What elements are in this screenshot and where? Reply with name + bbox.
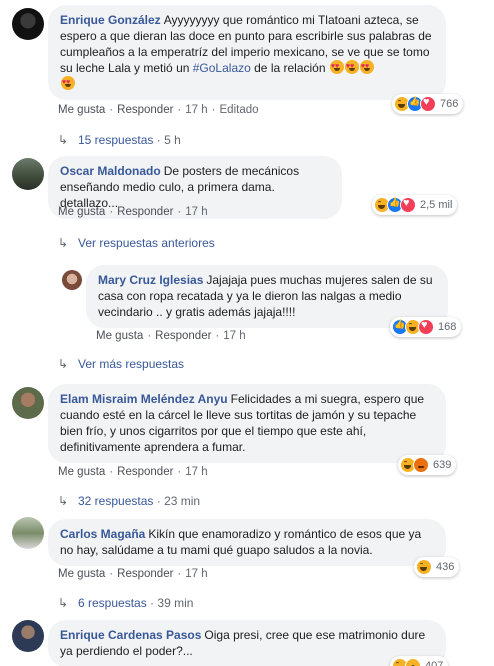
reactions-summary[interactable]: 407: [390, 656, 449, 666]
commenter-name[interactable]: Mary Cruz Iglesias: [98, 273, 203, 287]
comment-time[interactable]: 17 h: [185, 206, 207, 218]
view-replies-link[interactable]: ↳ 32 respuestas · 23 min: [58, 494, 200, 508]
comment-actions: Me gusta · Responder · 17 h · Editado: [58, 104, 259, 116]
reply-arrow-icon: ↳: [58, 357, 69, 371]
heart-eyes-emoji-icon: [61, 75, 75, 91]
avatar[interactable]: [62, 270, 82, 290]
reply-button[interactable]: Responder: [155, 330, 211, 342]
reaction-count: 436: [436, 561, 455, 573]
reply-button[interactable]: Responder: [117, 466, 173, 478]
love-reaction-icon: [420, 96, 436, 112]
comment-time[interactable]: 17 h: [185, 466, 207, 478]
avatar[interactable]: [12, 8, 44, 40]
heart-eyes-emoji-icon: [344, 59, 359, 75]
view-replies-link[interactable]: ↳ 6 respuestas · 39 min: [58, 596, 193, 610]
comment-actions: Me gusta · Responder · 17 h: [58, 466, 208, 478]
reaction-count: 2,5 mil: [420, 199, 453, 211]
reactions-summary[interactable]: 639: [398, 455, 457, 475]
replies-time: 5 h: [164, 133, 181, 147]
reply-arrow-icon: ↳: [58, 236, 69, 250]
like-button[interactable]: Me gusta: [58, 104, 105, 116]
like-button[interactable]: Me gusta: [58, 466, 105, 478]
reply-time[interactable]: 17 h: [223, 330, 245, 342]
replies-time: 23 min: [164, 494, 201, 508]
reply-actions: Me gusta · Responder · 17 h: [96, 330, 246, 342]
hashtag-link[interactable]: #GoLalazo: [193, 61, 251, 75]
view-more-replies-link[interactable]: ↳ Ver más respuestas: [58, 357, 184, 371]
reactions-summary[interactable]: 766: [392, 94, 464, 114]
edited-label: Editado: [219, 104, 259, 116]
commenter-name[interactable]: Enrique González: [60, 13, 161, 27]
reaction-count: 407: [425, 660, 444, 666]
comment-bubble: Elam Misraim Meléndez Anyu Felicidades a …: [48, 384, 446, 463]
comment-bubble: Enrique González Ayyyyyyyy que romántico …: [48, 5, 446, 100]
love-reaction-icon: [418, 319, 434, 335]
reply-arrow-icon: ↳: [58, 494, 69, 508]
reply-button[interactable]: Responder: [117, 104, 173, 116]
view-previous-replies-link[interactable]: ↳ Ver respuestas anteriores: [58, 236, 215, 250]
commenter-name[interactable]: Oscar Maldonado: [60, 164, 161, 178]
comment-time[interactable]: 17 h: [185, 568, 207, 580]
more-replies-label: Ver más respuestas: [78, 357, 185, 371]
commenter-name[interactable]: Elam Misraim Meléndez Anyu: [60, 392, 228, 406]
like-button[interactable]: Me gusta: [96, 330, 143, 342]
reaction-count: 766: [440, 98, 459, 110]
reply-arrow-icon: ↳: [58, 596, 69, 610]
comment-text-end: de la relación: [250, 61, 326, 75]
replies-count: 32 respuestas: [78, 494, 154, 508]
view-replies-link[interactable]: ↳ 15 respuestas · 5 h: [58, 133, 181, 147]
reactions-summary[interactable]: 2,5 mil: [372, 195, 458, 215]
comment-time[interactable]: 17 h: [185, 104, 207, 116]
avatar[interactable]: [12, 387, 44, 419]
commenter-name[interactable]: Enrique Cardenas Pasos: [60, 628, 201, 642]
reply-button[interactable]: Responder: [117, 206, 173, 218]
haha-reaction-icon: [416, 559, 432, 575]
heart-eyes-emoji-icon: [329, 59, 344, 75]
reply-arrow-icon: ↳: [58, 133, 69, 147]
avatar[interactable]: [12, 620, 44, 652]
previous-replies-label: Ver respuestas anteriores: [78, 236, 215, 250]
wow-reaction-icon: [405, 658, 421, 666]
like-button[interactable]: Me gusta: [58, 206, 105, 218]
replies-count: 15 respuestas: [78, 133, 154, 147]
love-reaction-icon: [400, 197, 416, 213]
replies-count: 6 respuestas: [78, 596, 147, 610]
comment-bubble: Carlos Magaña Kikín que enamoradizo y rom…: [48, 519, 446, 566]
comment-actions: Me gusta · Responder · 17 h: [58, 206, 208, 218]
reactions-summary[interactable]: 436: [414, 557, 460, 577]
reply-button[interactable]: Responder: [117, 568, 173, 580]
replies-time: 39 min: [157, 596, 194, 610]
like-button[interactable]: Me gusta: [58, 568, 105, 580]
reaction-count: 639: [433, 459, 452, 471]
comment-actions: Me gusta · Responder · 17 h: [58, 568, 208, 580]
reactions-summary[interactable]: 168: [390, 317, 462, 337]
angry-reaction-icon: [413, 457, 429, 473]
avatar[interactable]: [12, 158, 44, 190]
commenter-name[interactable]: Carlos Magaña: [60, 527, 145, 541]
heart-eyes-emoji-icon: [359, 59, 374, 75]
avatar[interactable]: [12, 517, 44, 549]
comment-bubble: Enrique Cardenas Pasos Oiga presi, cree q…: [48, 620, 446, 666]
reaction-count: 168: [438, 321, 457, 333]
